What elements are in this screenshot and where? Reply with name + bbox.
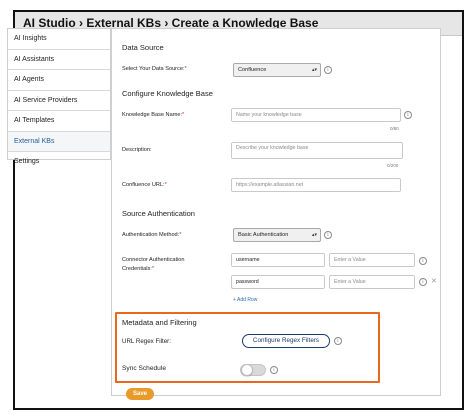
info-icon[interactable]: i bbox=[404, 111, 412, 119]
sidebar-item-ai-agents[interactable]: AI Agents bbox=[8, 70, 110, 91]
info-icon[interactable]: i bbox=[324, 66, 332, 74]
data-source-select[interactable]: Confluence ▴▾ bbox=[233, 63, 321, 77]
kb-name-label: Knowledge Base Name:* bbox=[122, 112, 184, 118]
kb-name-input[interactable] bbox=[231, 108, 401, 122]
credential-key-password[interactable]: password bbox=[231, 275, 325, 289]
info-icon[interactable]: i bbox=[324, 231, 332, 239]
sync-schedule-toggle[interactable] bbox=[240, 364, 266, 376]
confluence-url-label-text: Confluence URL: bbox=[122, 182, 165, 188]
required-mark: * bbox=[179, 232, 182, 238]
sidebar-item-ai-service-providers[interactable]: AI Service Providers bbox=[8, 91, 110, 111]
info-icon[interactable]: i bbox=[270, 366, 278, 374]
sidebar-nav: AI Insights AI Assistants AI Agents AI S… bbox=[7, 28, 111, 165]
data-source-label: Select Your Data Source:* bbox=[122, 66, 187, 72]
configure-regex-filters-button[interactable]: Configure Regex Filters bbox=[242, 334, 330, 348]
required-mark: * bbox=[164, 182, 167, 188]
sidebar-item-external-kbs[interactable]: External KBs bbox=[8, 131, 110, 152]
section-heading-configure-kb: Configure Knowledge Base bbox=[122, 89, 213, 98]
toggle-knob bbox=[241, 364, 253, 376]
description-char-counter: 0/200 bbox=[387, 163, 399, 168]
save-button[interactable]: Save bbox=[126, 388, 154, 400]
close-icon[interactable]: ✕ bbox=[431, 277, 437, 285]
auth-method-label: Authentication Method:* bbox=[122, 232, 181, 238]
data-source-label-text: Select Your Data Source: bbox=[122, 66, 185, 72]
info-icon[interactable]: i bbox=[419, 257, 427, 265]
credentials-label-line-1: Connector Authentication bbox=[122, 257, 185, 263]
description-label: Description: bbox=[122, 147, 152, 153]
chevron-updown-icon: ▴▾ bbox=[311, 67, 317, 73]
data-source-value: Confluence bbox=[238, 67, 267, 73]
add-row-link[interactable]: + Add Row bbox=[233, 297, 257, 303]
section-heading-metadata: Metadata and Filtering bbox=[122, 318, 197, 327]
credential-value-username[interactable] bbox=[329, 253, 415, 267]
auth-method-value: Basic Authentication bbox=[238, 232, 289, 238]
required-mark: * bbox=[151, 266, 155, 272]
credential-value-password[interactable] bbox=[329, 275, 415, 289]
confluence-url-input[interactable] bbox=[231, 178, 401, 192]
auth-method-label-text: Authentication Method: bbox=[122, 232, 180, 238]
kb-name-label-text: Knowledge Base Name: bbox=[122, 112, 183, 118]
sidebar-item-settings[interactable]: Settings bbox=[8, 152, 110, 173]
section-heading-source-auth: Source Authentication bbox=[122, 209, 195, 218]
description-textarea[interactable] bbox=[231, 142, 403, 159]
sidebar-item-ai-templates[interactable]: AI Templates bbox=[8, 111, 110, 132]
confluence-url-label: Confluence URL:* bbox=[122, 182, 167, 188]
credential-key-username[interactable]: username bbox=[231, 253, 325, 267]
sync-schedule-label: Sync Schedule bbox=[122, 365, 166, 372]
kb-name-char-counter: 0/80 bbox=[390, 126, 399, 131]
required-mark: * bbox=[184, 66, 187, 72]
sidebar-item-ai-assistants[interactable]: AI Assistants bbox=[8, 50, 110, 70]
credentials-label-text: Credentials: bbox=[122, 266, 152, 272]
required-mark: * bbox=[182, 112, 185, 118]
sidebar-item-ai-insights[interactable]: AI Insights bbox=[8, 29, 110, 50]
info-icon[interactable]: i bbox=[419, 278, 427, 286]
regex-filter-label: URL Regex Filter: bbox=[122, 338, 171, 345]
auth-method-select[interactable]: Basic Authentication ▴▾ bbox=[233, 228, 321, 242]
info-icon[interactable]: i bbox=[334, 337, 342, 345]
section-heading-data-source: Data Source bbox=[122, 43, 164, 52]
chevron-updown-icon: ▴▾ bbox=[311, 232, 317, 238]
credentials-label-line-2: Credentials:* bbox=[122, 266, 154, 272]
